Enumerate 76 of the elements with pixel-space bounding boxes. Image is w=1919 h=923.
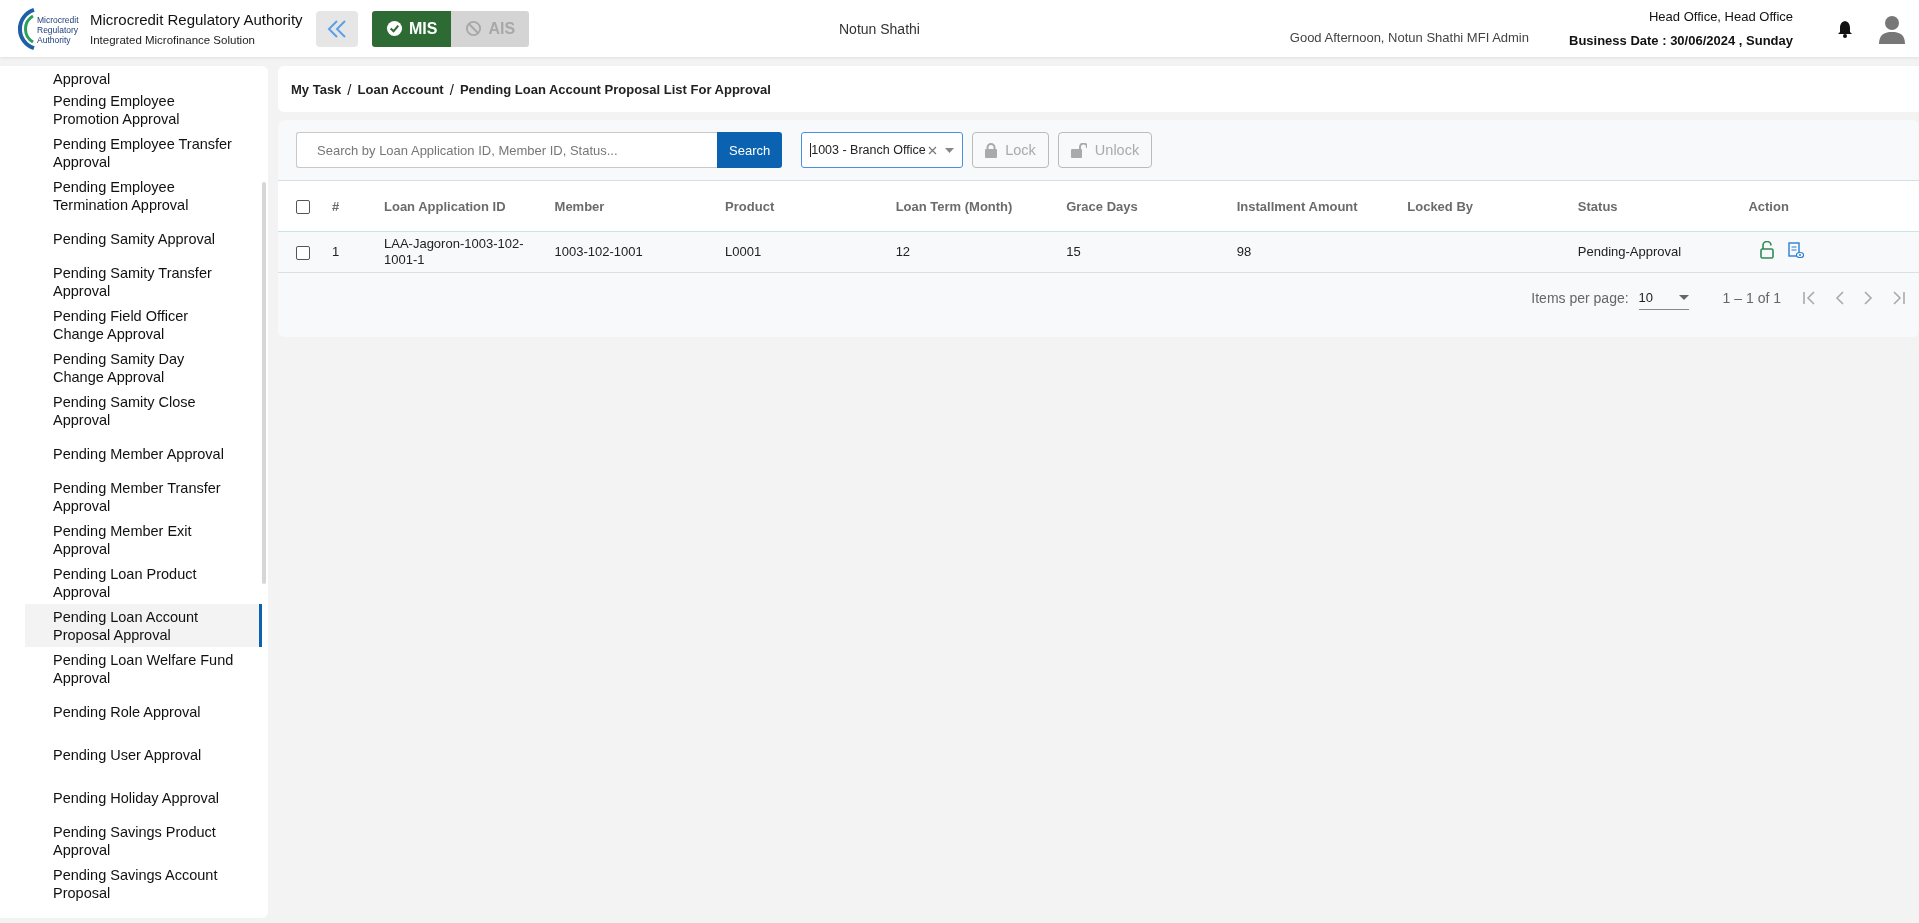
module-toggle[interactable]: MIS xyxy=(372,10,452,47)
column-header: Locked By xyxy=(1407,198,1474,214)
sidebar-item[interactable]: Pending Loan Welfare Fund Approval xyxy=(25,647,263,690)
user-avatar-icon[interactable] xyxy=(1879,13,1905,44)
sidebar-item[interactable]: Pending Samity Transfer Approval xyxy=(25,260,263,303)
breadcrumb-link[interactable]: My Task xyxy=(291,81,342,97)
table-cell: 1 xyxy=(332,244,340,259)
sidebar-item[interactable]: Pending Loan Product Approval xyxy=(25,561,263,604)
items-per-page-label: Items per page: xyxy=(1531,290,1629,306)
double-chevron-left-icon xyxy=(326,18,348,39)
sidebar-item[interactable]: Pending User Approval xyxy=(25,733,263,776)
column-header: Status xyxy=(1577,198,1618,214)
notification-bell-icon[interactable] xyxy=(1837,19,1853,38)
dropdown-caret-icon xyxy=(1678,295,1689,300)
authority-logo: Microcredit Regulatory Authority xyxy=(14,4,84,53)
prohibited-icon xyxy=(465,20,483,37)
sidebar-item[interactable]: Pending Member Exit Approval xyxy=(25,518,263,561)
clear-icon[interactable] xyxy=(927,145,937,155)
breadcrumb-separator: / xyxy=(449,80,454,98)
sidebar-item[interactable]: Pending Employee Transfer Approval xyxy=(25,131,263,174)
sidebar-item[interactable]: Pending Member Transfer Approval xyxy=(25,475,263,518)
search-field[interactable]: Search by Loan Application ID, Member ID, Status... xyxy=(296,132,717,168)
table-cell: 15 xyxy=(1066,244,1081,259)
column-header: Action xyxy=(1748,198,1789,214)
sidebar-item[interactable]: Pending Employee Termination Approval xyxy=(25,174,263,217)
office-name: Head Office, Head Office xyxy=(1648,9,1793,24)
sidebar-item[interactable]: Pending Loan Account Proposal Approval xyxy=(25,604,263,647)
table-cell: 98 xyxy=(1236,244,1252,259)
page-range: 1 – 1 of 1 xyxy=(1722,290,1781,306)
first-page-icon[interactable] xyxy=(1803,291,1817,305)
unlocked-padlock-icon xyxy=(1070,142,1087,158)
sidebar-item[interactable]: Pending Holiday Approval xyxy=(25,776,263,819)
organization-title: Notun Shathi xyxy=(838,20,921,37)
page-size-select[interactable]: 10 xyxy=(1638,286,1689,310)
branch-select[interactable]: 1003 - Branch Office xyxy=(801,132,964,168)
next-page-icon[interactable] xyxy=(1863,291,1873,305)
select-all-checkbox[interactable] xyxy=(296,199,310,214)
column-header: Installment Amount xyxy=(1236,198,1358,214)
column-header: Loan Application ID xyxy=(384,198,506,214)
scrollbar[interactable] xyxy=(262,182,266,584)
sidebar-item[interactable]: Pending Field Officer Change Approval xyxy=(25,303,263,346)
previous-page-icon[interactable] xyxy=(1835,291,1845,305)
table-cell: 1003-102-1001 xyxy=(554,244,643,259)
sidebar-item[interactable]: Approval xyxy=(25,66,263,88)
sidebar-item[interactable]: Pending Samity Close Approval xyxy=(25,389,263,432)
table-cell: 12 xyxy=(895,244,911,259)
sidebar-item[interactable]: Pending Savings Account Proposal xyxy=(25,862,263,905)
sidebar-item[interactable]: Pending Savings Product Approval xyxy=(25,819,263,862)
sidebar-item[interactable]: Pending Samity Approval xyxy=(25,217,263,260)
column-header: Member xyxy=(554,198,605,214)
organization-name: Microcredit Regulatory Authority xyxy=(90,11,304,28)
business-date: Business Date : 30/06/2024 , Sunday xyxy=(1569,33,1793,48)
breadcrumb-separator: / xyxy=(347,80,352,98)
dropdown-caret-icon xyxy=(945,147,955,153)
collapse-sidebar-button[interactable] xyxy=(316,10,358,47)
table-cell: L0001 xyxy=(725,244,762,259)
greeting-text: Good Afternoon, Notun Shathi MFI Admin xyxy=(1289,30,1529,45)
breadcrumb-link[interactable]: Loan Account xyxy=(357,81,444,97)
sidebar-item[interactable]: Pending Samity Day Change Approval xyxy=(25,346,263,389)
organization-subtitle: Integrated Microfinance Solution xyxy=(90,34,256,46)
search-button[interactable]: Search xyxy=(717,132,783,168)
column-header: Grace Days xyxy=(1066,198,1138,214)
sidebar-item[interactable]: Pending Member Approval xyxy=(25,432,263,475)
table-cell: Pending-Approval xyxy=(1577,244,1682,259)
table-cell: LAA-Jagoron-1003-102-1001-1 xyxy=(384,236,524,267)
check-circle-icon xyxy=(386,20,403,37)
column-header: Product xyxy=(725,198,775,214)
column-header: # xyxy=(332,198,340,214)
sidebar-item[interactable]: Pending Employee Promotion Approval xyxy=(25,88,263,131)
view-document-icon[interactable] xyxy=(1788,241,1805,259)
row-checkbox[interactable] xyxy=(296,245,310,260)
padlock-icon xyxy=(985,142,998,158)
unlocked-padlock-icon[interactable] xyxy=(1760,241,1775,259)
last-page-icon[interactable] xyxy=(1891,291,1905,305)
column-header: Loan Term (Month) xyxy=(895,198,1013,214)
sidebar-item[interactable]: Pending Role Approval xyxy=(25,690,263,733)
